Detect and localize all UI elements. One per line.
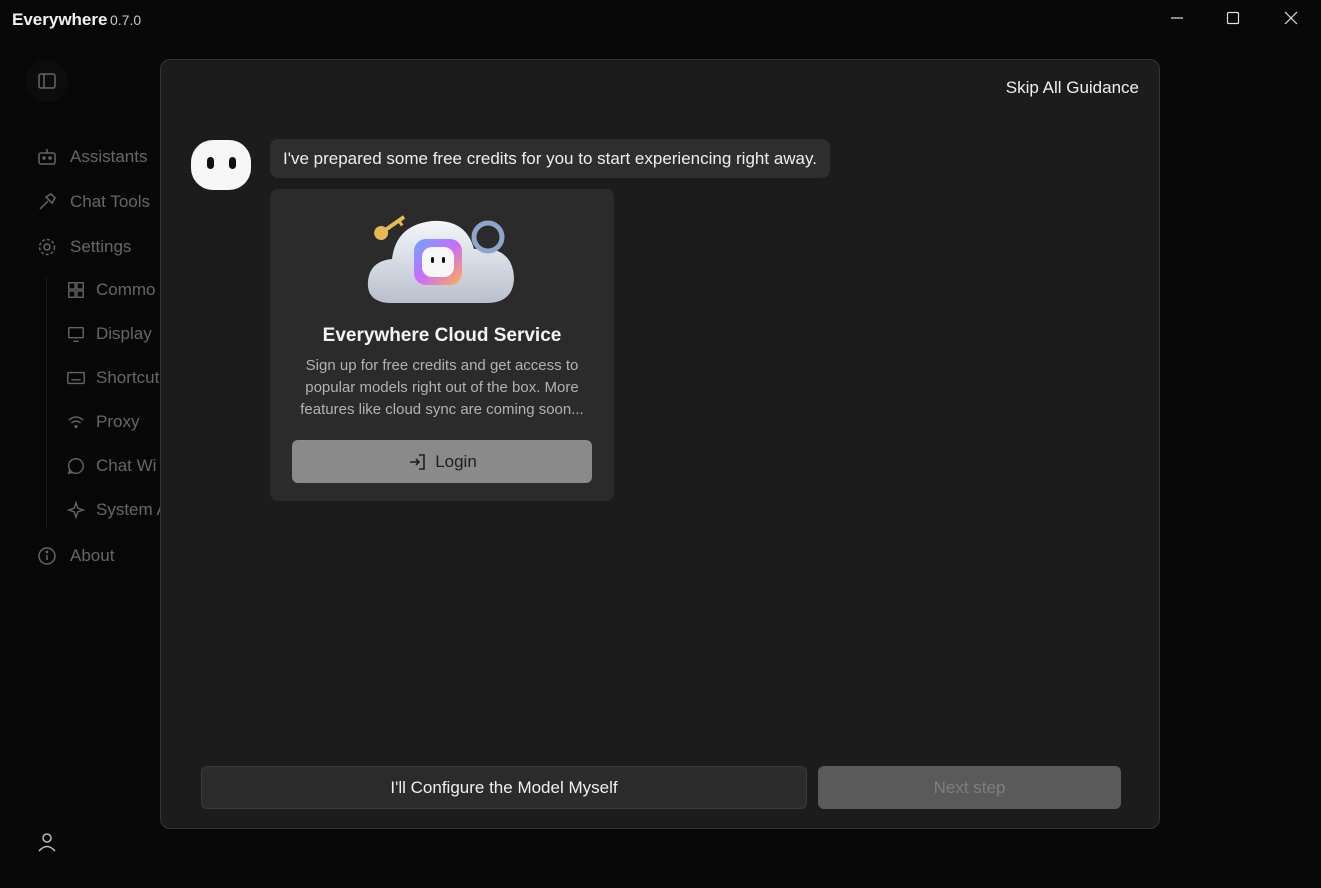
message-bubble: I've prepared some free credits for you …	[270, 139, 830, 178]
sidebar-item-label: Assistants	[70, 147, 148, 166]
sidebar-item-label: Chat Tools	[70, 192, 151, 211]
minimize-icon	[1171, 17, 1183, 19]
sidebar-item-label: Proxy	[96, 412, 140, 431]
skip-all-guidance-link[interactable]: Skip All Guidance	[1006, 78, 1139, 98]
cloud-service-illustration	[367, 215, 514, 303]
app-title: Everywhere	[12, 10, 108, 29]
sidebar-item-label: Display	[96, 324, 152, 343]
maximize-button[interactable]	[1210, 4, 1256, 32]
user-button[interactable]	[36, 831, 58, 858]
sidebar-sub-divider	[46, 278, 47, 528]
minimize-button[interactable]	[1154, 4, 1200, 32]
sidebar-item-about[interactable]: About	[36, 545, 114, 567]
login-icon	[410, 453, 425, 470]
sidebar-item-common[interactable]: Commo	[66, 280, 156, 300]
sidebar-item-label: Commo	[96, 280, 156, 299]
sidebar-toggle-button[interactable]	[26, 60, 68, 102]
login-button-label: Login	[435, 451, 477, 471]
avatar-eye	[229, 157, 236, 169]
sidebar-item-display[interactable]: Display	[66, 324, 152, 344]
gear-icon	[38, 238, 56, 256]
sidebar-item-chat-tools[interactable]: Chat Tools	[36, 191, 150, 213]
next-step-button[interactable]: Next step	[818, 766, 1121, 809]
login-button[interactable]: Login	[292, 440, 592, 483]
onboarding-dialog: Skip All Guidance I've prepared some fre…	[160, 59, 1160, 829]
wifi-icon	[68, 416, 84, 429]
close-icon	[1284, 11, 1298, 25]
monitor-icon	[68, 326, 84, 342]
keyboard-icon	[67, 371, 85, 385]
grid-icon	[68, 282, 84, 298]
sidebar-panel-icon	[38, 73, 56, 89]
maximize-icon	[1226, 11, 1240, 25]
sidebar-item-label: Settings	[70, 237, 132, 256]
title-bar: Everywhere 0.7.0	[0, 0, 1321, 38]
avatar-eye	[207, 157, 214, 169]
card-description: Sign up for free credits and get access …	[300, 357, 584, 418]
close-button[interactable]	[1268, 4, 1314, 32]
sidebar-item-assistants[interactable]: Assistants	[36, 146, 147, 168]
sidebar-item-system[interactable]: System A	[66, 500, 168, 520]
sidebar-item-label: About	[70, 546, 115, 565]
sidebar-item-label: System A	[96, 500, 168, 519]
sidebar: Assistants Chat Tools Settings Commo Dis…	[0, 38, 170, 888]
sparkle-icon	[66, 500, 86, 520]
hammer-icon	[39, 193, 56, 210]
chat-icon	[67, 458, 84, 475]
assistant-avatar	[191, 140, 251, 190]
configure-model-button[interactable]: I'll Configure the Model Myself	[201, 766, 807, 809]
user-icon	[38, 833, 56, 852]
sidebar-item-label: Chat Wi	[96, 456, 157, 475]
sidebar-item-settings[interactable]: Settings	[36, 236, 131, 258]
app-window: Everywhere 0.7.0 Assistants Chat Tools S…	[0, 0, 1321, 888]
cloud-service-card: Everywhere Cloud Service Sign up for fre…	[270, 189, 614, 501]
sidebar-item-shortcut[interactable]: Shortcut	[66, 368, 159, 388]
sidebar-item-label: Shortcut	[96, 368, 160, 387]
sidebar-item-chat-window[interactable]: Chat Wi	[66, 456, 156, 476]
sidebar-item-proxy[interactable]: Proxy	[66, 412, 139, 432]
app-version: 0.7.0	[110, 12, 142, 28]
info-icon	[38, 547, 56, 565]
robot-icon	[38, 149, 56, 165]
card-title: Everywhere Cloud Service	[322, 325, 562, 346]
